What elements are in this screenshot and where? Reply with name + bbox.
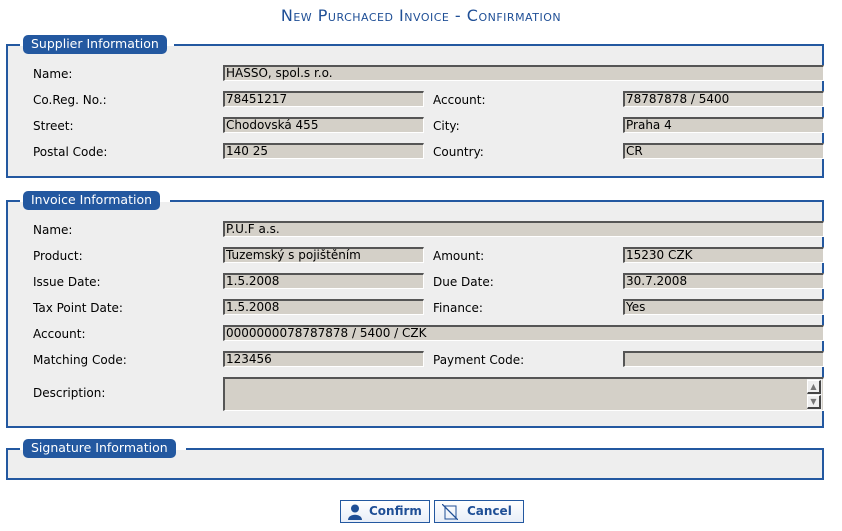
supplier-legend: Supplier Information (23, 35, 167, 54)
invoice-product-label: Product: (33, 249, 83, 263)
supplier-street-field[interactable]: Chodovská 455 (223, 117, 424, 133)
invoice-taxpoint-field[interactable]: 1.5.2008 (223, 299, 424, 315)
supplier-name-field[interactable]: HASSO, spol.s r.o. (223, 65, 824, 81)
invoice-payment-code-label: Payment Code: (433, 353, 525, 367)
supplier-name-label: Name: (33, 67, 73, 81)
invoice-payment-code-field[interactable] (623, 351, 824, 367)
supplier-coreg-field[interactable]: 78451217 (223, 91, 424, 107)
signature-legend: Signature Information (23, 439, 176, 458)
supplier-country-field[interactable]: ČR (623, 143, 824, 159)
cancel-icon (442, 504, 458, 520)
supplier-account-label: Account: (433, 93, 486, 107)
invoice-issue-date-field[interactable]: 1.5.2008 (223, 273, 424, 289)
invoice-finance-label: Finance: (433, 301, 483, 315)
invoice-matching-code-field[interactable]: 123456 (223, 351, 424, 367)
invoice-account-label: Account: (33, 327, 86, 341)
supplier-coreg-label: Co.Reg. No.: (33, 93, 107, 107)
action-buttons: Confirm Cancel (0, 500, 842, 524)
confirm-button[interactable]: Confirm (340, 500, 430, 523)
invoice-finance-field[interactable]: Yes (623, 299, 824, 315)
invoice-due-date-field[interactable]: 30.7.2008 (623, 273, 824, 289)
invoice-description-label: Description: (33, 386, 106, 400)
invoice-name-label: Name: (33, 223, 73, 237)
supplier-city-label: City: (433, 119, 460, 133)
invoice-name-field[interactable]: P.U.F a.s. (223, 221, 824, 237)
description-scrollbar[interactable]: ▲ ▼ (807, 379, 822, 410)
invoice-fieldset: Name: P.U.F a.s. Product: Tuzemský s poj… (6, 200, 824, 428)
invoice-issue-date-label: Issue Date: (33, 275, 101, 289)
supplier-postal-label: Postal Code: (33, 145, 108, 159)
cancel-button[interactable]: Cancel (434, 500, 524, 523)
invoice-matching-code-label: Matching Code: (33, 353, 127, 367)
confirm-label: Confirm (369, 504, 422, 518)
invoice-legend: Invoice Information (23, 191, 161, 210)
supplier-postal-field[interactable]: 140 25 (223, 143, 424, 159)
supplier-country-label: Country: (433, 145, 484, 159)
supplier-fieldset: Name: HASSO, spol.s r.o. Co.Reg. No.: 78… (6, 44, 824, 178)
invoice-description-textarea[interactable]: ▲ ▼ (223, 377, 824, 411)
scroll-up-arrow-icon[interactable]: ▲ (807, 380, 821, 394)
invoice-amount-label: Amount: (433, 249, 485, 263)
user-icon (348, 504, 362, 520)
invoice-amount-field[interactable]: 15230 CZK (623, 247, 824, 263)
invoice-product-field[interactable]: Tuzemský s pojištěním (223, 247, 424, 263)
invoice-taxpoint-label: Tax Point Date: (33, 301, 123, 315)
supplier-street-label: Street: (33, 119, 74, 133)
invoice-due-date-label: Due Date: (433, 275, 494, 289)
supplier-account-field[interactable]: 78787878 / 5400 (623, 91, 824, 107)
page-title: New Purchaced Invoice - Confirmation (280, 6, 562, 25)
supplier-city-field[interactable]: Praha 4 (623, 117, 824, 133)
cancel-label: Cancel (467, 504, 512, 518)
invoice-account-field[interactable]: 0000000078787878 / 5400 / CZK (223, 325, 824, 341)
scroll-down-arrow-icon[interactable]: ▼ (807, 395, 821, 409)
